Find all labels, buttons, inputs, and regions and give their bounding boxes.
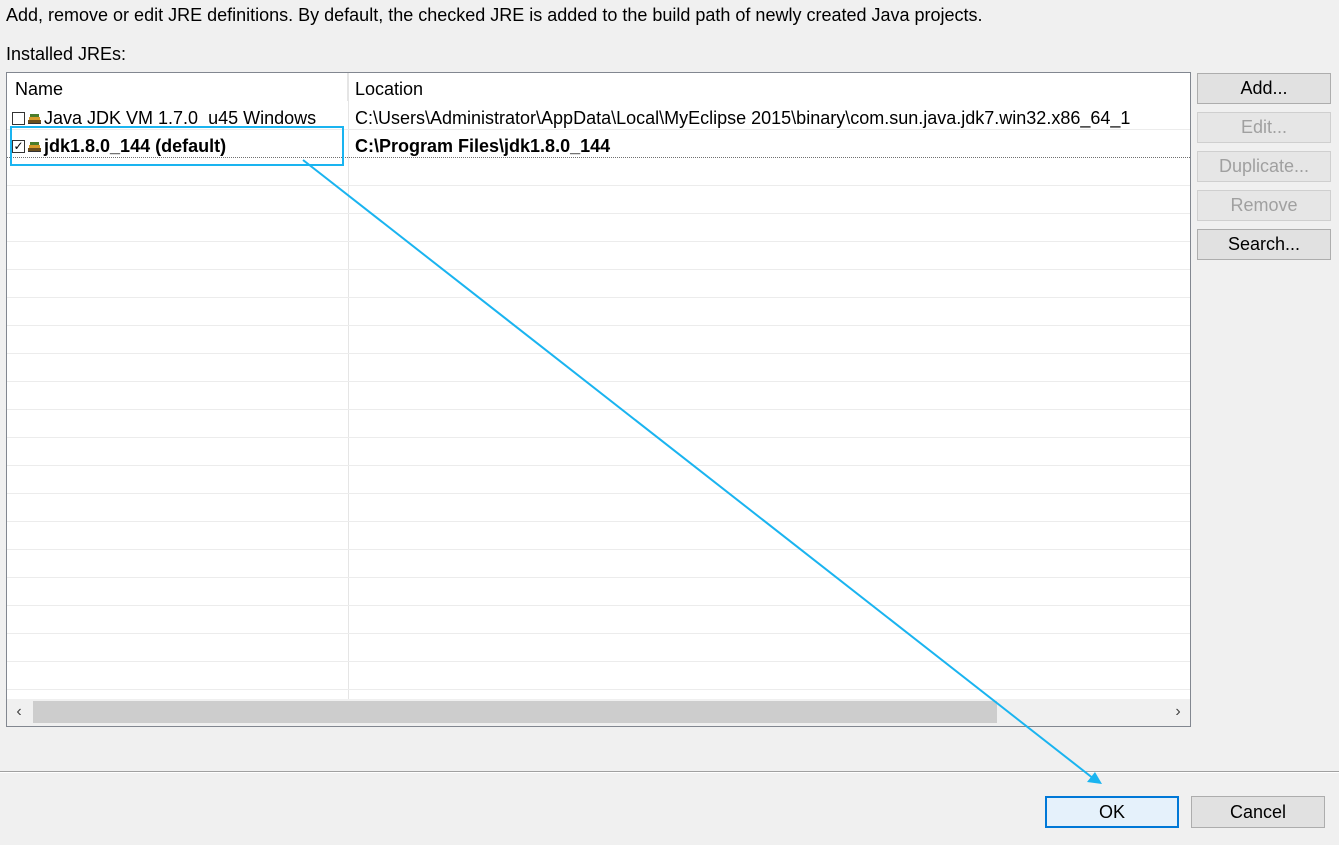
- add-button[interactable]: Add...: [1197, 73, 1331, 104]
- row-divider: [7, 549, 1190, 550]
- dialog-description: Add, remove or edit JRE definitions. By …: [6, 5, 983, 25]
- scrollbar-thumb[interactable]: [33, 701, 997, 723]
- row-divider: [7, 241, 1190, 242]
- jre-name: Java JDK VM 1.7.0_u45 Windows: [44, 107, 317, 128]
- horizontal-scrollbar[interactable]: ‹ ›: [7, 699, 1190, 726]
- remove-button[interactable]: Remove: [1197, 190, 1331, 221]
- scroll-right-icon[interactable]: ›: [1168, 702, 1188, 722]
- ok-button[interactable]: OK: [1045, 796, 1179, 828]
- annotation-arrow-head: [1087, 772, 1102, 784]
- row-divider: [7, 437, 1190, 438]
- row-divider: [7, 633, 1190, 634]
- column-header-name[interactable]: Name: [7, 73, 348, 101]
- search-button[interactable]: Search...: [1197, 229, 1331, 260]
- dialog-separator-highlight: [0, 772, 1339, 773]
- scroll-left-icon[interactable]: ‹: [9, 702, 29, 722]
- column-header-location[interactable]: Location: [349, 73, 1190, 101]
- row-divider: [7, 185, 1190, 186]
- row-divider: [7, 493, 1190, 494]
- cancel-button[interactable]: Cancel: [1191, 796, 1325, 828]
- row-divider: [7, 353, 1190, 354]
- jre-library-icon: [27, 139, 42, 153]
- row-divider: [7, 269, 1190, 270]
- jre-name: jdk1.8.0_144 (default): [44, 135, 227, 156]
- duplicate-button[interactable]: Duplicate...: [1197, 151, 1331, 182]
- name-cell: ✓ jdk1.8.0_144 (default): [12, 132, 226, 160]
- jre-library-icon: [27, 111, 42, 125]
- row-divider: [7, 605, 1190, 606]
- row-divider: [7, 465, 1190, 466]
- row-divider: [7, 689, 1190, 690]
- installed-jres-label: Installed JREs:: [6, 44, 127, 64]
- jre-location: C:\Program Files\jdk1.8.0_144: [355, 136, 611, 156]
- jre-checkbox[interactable]: ✓: [12, 139, 25, 153]
- row-divider: [7, 381, 1190, 382]
- edit-button[interactable]: Edit...: [1197, 112, 1331, 143]
- row-divider: [7, 409, 1190, 410]
- row-divider: [7, 521, 1190, 522]
- jre-checkbox[interactable]: [12, 111, 25, 125]
- installed-jres-table[interactable]: Name Location Java JDK VM 1.7.0_u45 Wind…: [6, 72, 1191, 727]
- table-row[interactable]: Java JDK VM 1.7.0_u45 Windows C:\Users\A…: [7, 104, 1190, 132]
- row-divider: [7, 661, 1190, 662]
- row-divider: [7, 577, 1190, 578]
- row-divider: [7, 325, 1190, 326]
- table-row[interactable]: ✓ jdk1.8.0_144 (default) C:\Program File…: [7, 132, 1190, 160]
- row-divider: [7, 213, 1190, 214]
- jre-location: C:\Users\Administrator\AppData\Local\MyE…: [355, 108, 1131, 128]
- name-cell: Java JDK VM 1.7.0_u45 Windows: [12, 104, 316, 132]
- row-divider: [7, 297, 1190, 298]
